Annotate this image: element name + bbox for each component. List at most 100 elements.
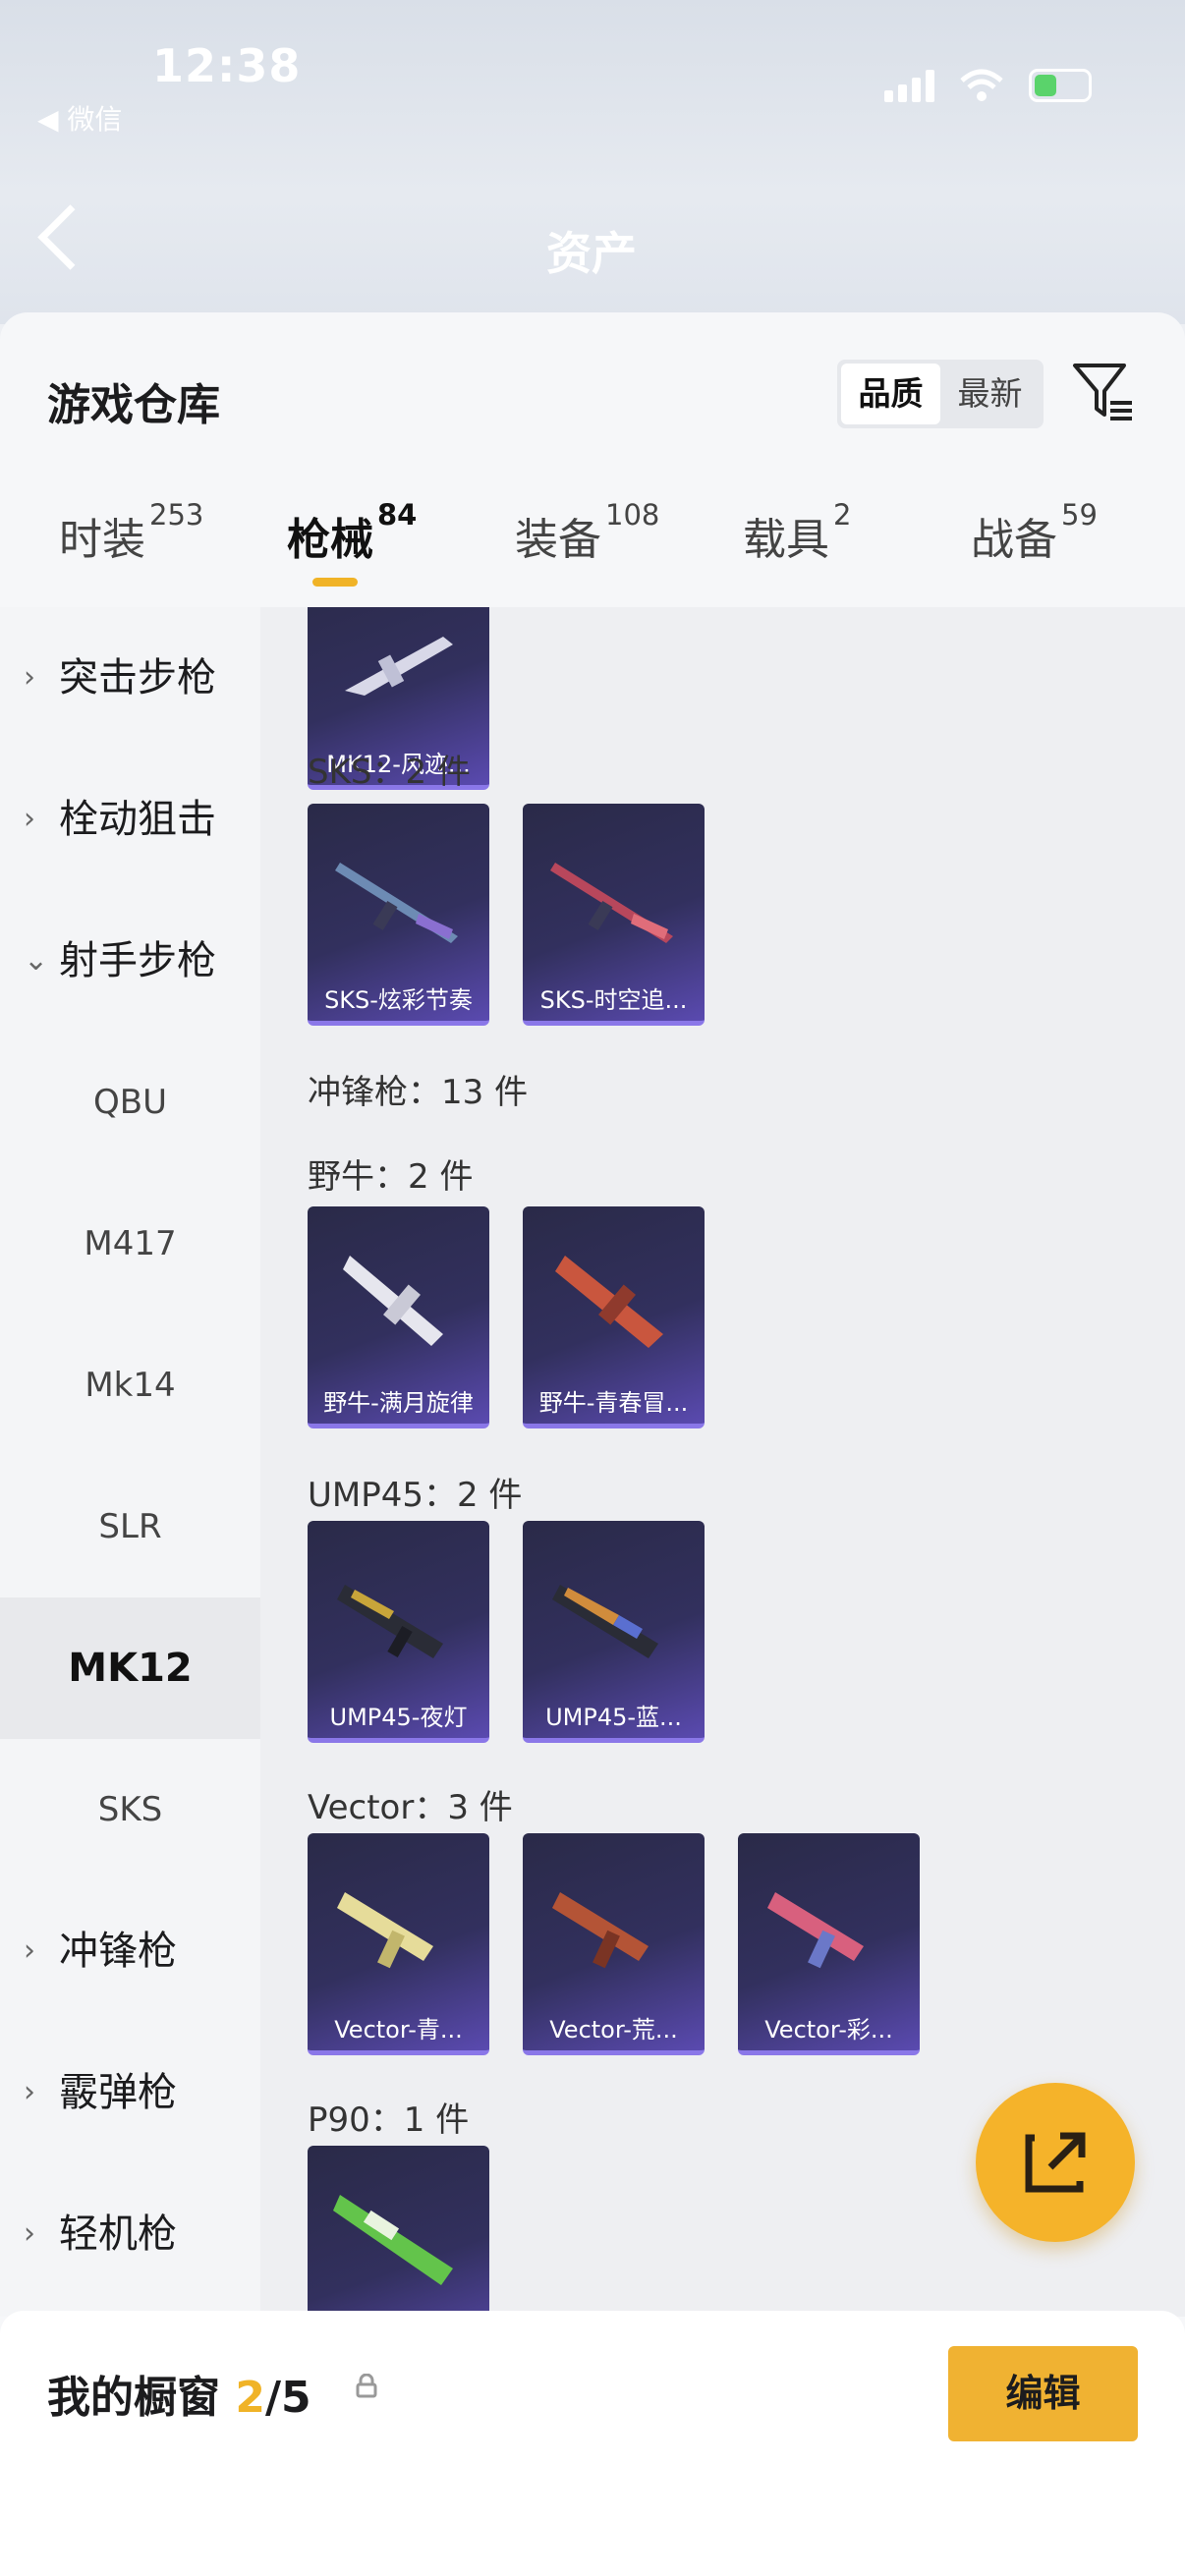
chevron-right-icon: › <box>24 660 35 695</box>
tab-label: 装备 <box>515 515 601 565</box>
tab-count: 59 <box>1061 498 1098 532</box>
sidebar-sub-mk14[interactable]: Mk14 <box>0 1315 260 1456</box>
gun-image <box>337 1892 433 1969</box>
back-arrow-icon[interactable] <box>37 204 103 270</box>
sidebar-item-label: 突击步枪 <box>59 655 216 700</box>
gun-image <box>552 1585 658 1658</box>
tab-count: 84 <box>377 498 418 532</box>
item-name: UMP45-夜灯 <box>329 1704 468 1731</box>
sidebar-item-label: 轻机枪 <box>59 2212 177 2257</box>
weapon-sidebar: › 突击步枪 › 栓动狙击 ⌄ 射手步枪 QBU M417 Mk14 SLR M… <box>0 607 260 2317</box>
sidebar-sub-mk12[interactable]: MK12 <box>0 1597 260 1739</box>
item-card[interactable]: SKS-炫彩节奏 <box>308 804 489 1026</box>
tab-count: 108 <box>605 498 660 532</box>
sidebar-item-label: 射手步枪 <box>59 938 216 983</box>
item-card[interactable]: UMP45-夜灯 <box>308 1521 489 1743</box>
sidebar-item-smg[interactable]: › 冲锋枪 <box>0 1880 260 2022</box>
gun-image <box>337 1585 443 1658</box>
share-icon <box>1025 2132 1086 2193</box>
background-header: 12:38 ◀ 微信 资产 <box>0 0 1185 324</box>
tab-label: 时装 <box>59 515 145 565</box>
gun-image <box>550 863 673 943</box>
chevron-down-icon: ⌄ <box>24 943 49 978</box>
gun-image <box>552 1892 649 1969</box>
group-header: SKS：2 件 <box>308 753 471 792</box>
filter-icon[interactable] <box>1071 360 1136 424</box>
item-card[interactable]: 野牛-青春冒... <box>523 1206 705 1428</box>
item-name: SKS-炫彩节奏 <box>324 986 473 1014</box>
chevron-right-icon: › <box>24 2216 35 2251</box>
tab-label: 载具 <box>743 515 829 565</box>
active-tab-indicator <box>312 578 358 587</box>
status-icons <box>884 69 1092 102</box>
gun-image <box>333 2195 453 2285</box>
tab-equipment[interactable]: 装备 108 <box>515 498 659 567</box>
background-title: 资产 <box>546 227 637 280</box>
item-name: Vector-彩... <box>764 2016 893 2044</box>
warehouse-sheet: 游戏仓库 品质 最新 时装 253 枪械 84 装备 108 载具 2 战备 59 › 突… <box>0 312 1185 2576</box>
sidebar-item-label: 霰弹枪 <box>59 2070 177 2115</box>
wifi-icon <box>960 69 1003 101</box>
tab-label: 枪械 <box>287 515 373 565</box>
sidebar-item-label: 栓动狙击 <box>59 797 216 842</box>
tab-firearms[interactable]: 枪械 84 <box>287 498 417 567</box>
item-card[interactable]: SKS-时空追... <box>523 804 705 1026</box>
gun-image <box>345 637 453 696</box>
share-button[interactable] <box>976 2083 1135 2242</box>
showcase-bar: 我的橱窗 2/5 编辑 <box>0 2311 1185 2576</box>
item-name: SKS-时空追... <box>539 986 688 1014</box>
item-card[interactable]: Vector-荒... <box>523 1833 705 2055</box>
signal-icon <box>884 69 934 102</box>
showcase-count-total: /5 <box>264 2373 311 2423</box>
tab-count: 253 <box>149 498 204 532</box>
sidebar-item-label: 冲锋枪 <box>59 1929 177 1974</box>
sidebar-item-bolt-sniper[interactable]: › 栓动狙击 <box>0 749 260 890</box>
tab-label: 战备 <box>971 515 1057 565</box>
showcase-count-current: 2 <box>235 2373 265 2423</box>
group-header: 冲锋枪：13 件 <box>308 1073 529 1112</box>
gun-image <box>335 863 458 943</box>
sheet-title: 游戏仓库 <box>47 380 220 430</box>
showcase-label: 我的橱窗 2/5 <box>47 2362 311 2425</box>
showcase-title: 我的橱窗 <box>47 2373 220 2423</box>
sidebar-sub-qbu[interactable]: QBU <box>0 1032 260 1173</box>
group-header: 野牛：2 件 <box>308 1157 474 1197</box>
sidebar-sub-slr[interactable]: SLR <box>0 1456 260 1597</box>
group-header: P90：1 件 <box>308 2100 470 2140</box>
sidebar-sub-sks[interactable]: SKS <box>0 1739 260 1880</box>
sidebar-sub-m417[interactable]: M417 <box>0 1173 260 1315</box>
gun-image <box>343 1256 443 1346</box>
item-name: Vector-荒... <box>549 2016 678 2044</box>
chevron-right-icon: › <box>24 802 35 836</box>
lock-icon <box>356 2374 377 2398</box>
sidebar-item-assault-rifle[interactable]: › 突击步枪 <box>0 607 260 749</box>
item-grid: MK12-风迹... SKS：2 件 SKS-炫彩节奏 SKS-时空追... 冲… <box>260 607 1185 2317</box>
category-tabs: 时装 253 枪械 84 装备 108 载具 2 战备 59 <box>0 498 1185 607</box>
item-card[interactable]: Vector-彩... <box>738 1833 920 2055</box>
chevron-right-icon: › <box>24 1933 35 1968</box>
item-card[interactable] <box>308 2146 489 2317</box>
item-name: 野牛-满月旋律 <box>323 1389 474 1417</box>
tab-vehicles[interactable]: 载具 2 <box>743 498 851 567</box>
item-card[interactable]: UMP45-蓝... <box>523 1521 705 1743</box>
gun-image <box>767 1892 864 1969</box>
chevron-right-icon: › <box>24 2075 35 2109</box>
battery-icon <box>1029 69 1092 102</box>
sort-quality-button[interactable]: 品质 <box>841 364 940 424</box>
item-name: Vector-青... <box>334 2016 463 2044</box>
item-name: UMP45-蓝... <box>545 1704 682 1731</box>
tab-supplies[interactable]: 战备 59 <box>971 498 1098 567</box>
group-header: Vector：3 件 <box>308 1788 513 1827</box>
tab-count: 2 <box>833 498 852 532</box>
sort-newest-button[interactable]: 最新 <box>940 364 1040 424</box>
sidebar-item-lmg[interactable]: › 轻机枪 <box>0 2163 260 2305</box>
tab-fashion[interactable]: 时装 253 <box>59 498 203 567</box>
item-card[interactable]: 野牛-满月旋律 <box>308 1206 489 1428</box>
item-name: 野牛-青春冒... <box>538 1389 689 1417</box>
edit-button[interactable]: 编辑 <box>948 2346 1138 2441</box>
sidebar-item-marksman-rifle[interactable]: ⌄ 射手步枪 <box>0 890 260 1032</box>
item-card[interactable]: Vector-青... <box>308 1833 489 2055</box>
wechat-back-link[interactable]: ◀ 微信 <box>37 98 122 138</box>
sidebar-item-shotgun[interactable]: › 霰弹枪 <box>0 2022 260 2163</box>
gun-image <box>555 1256 663 1348</box>
